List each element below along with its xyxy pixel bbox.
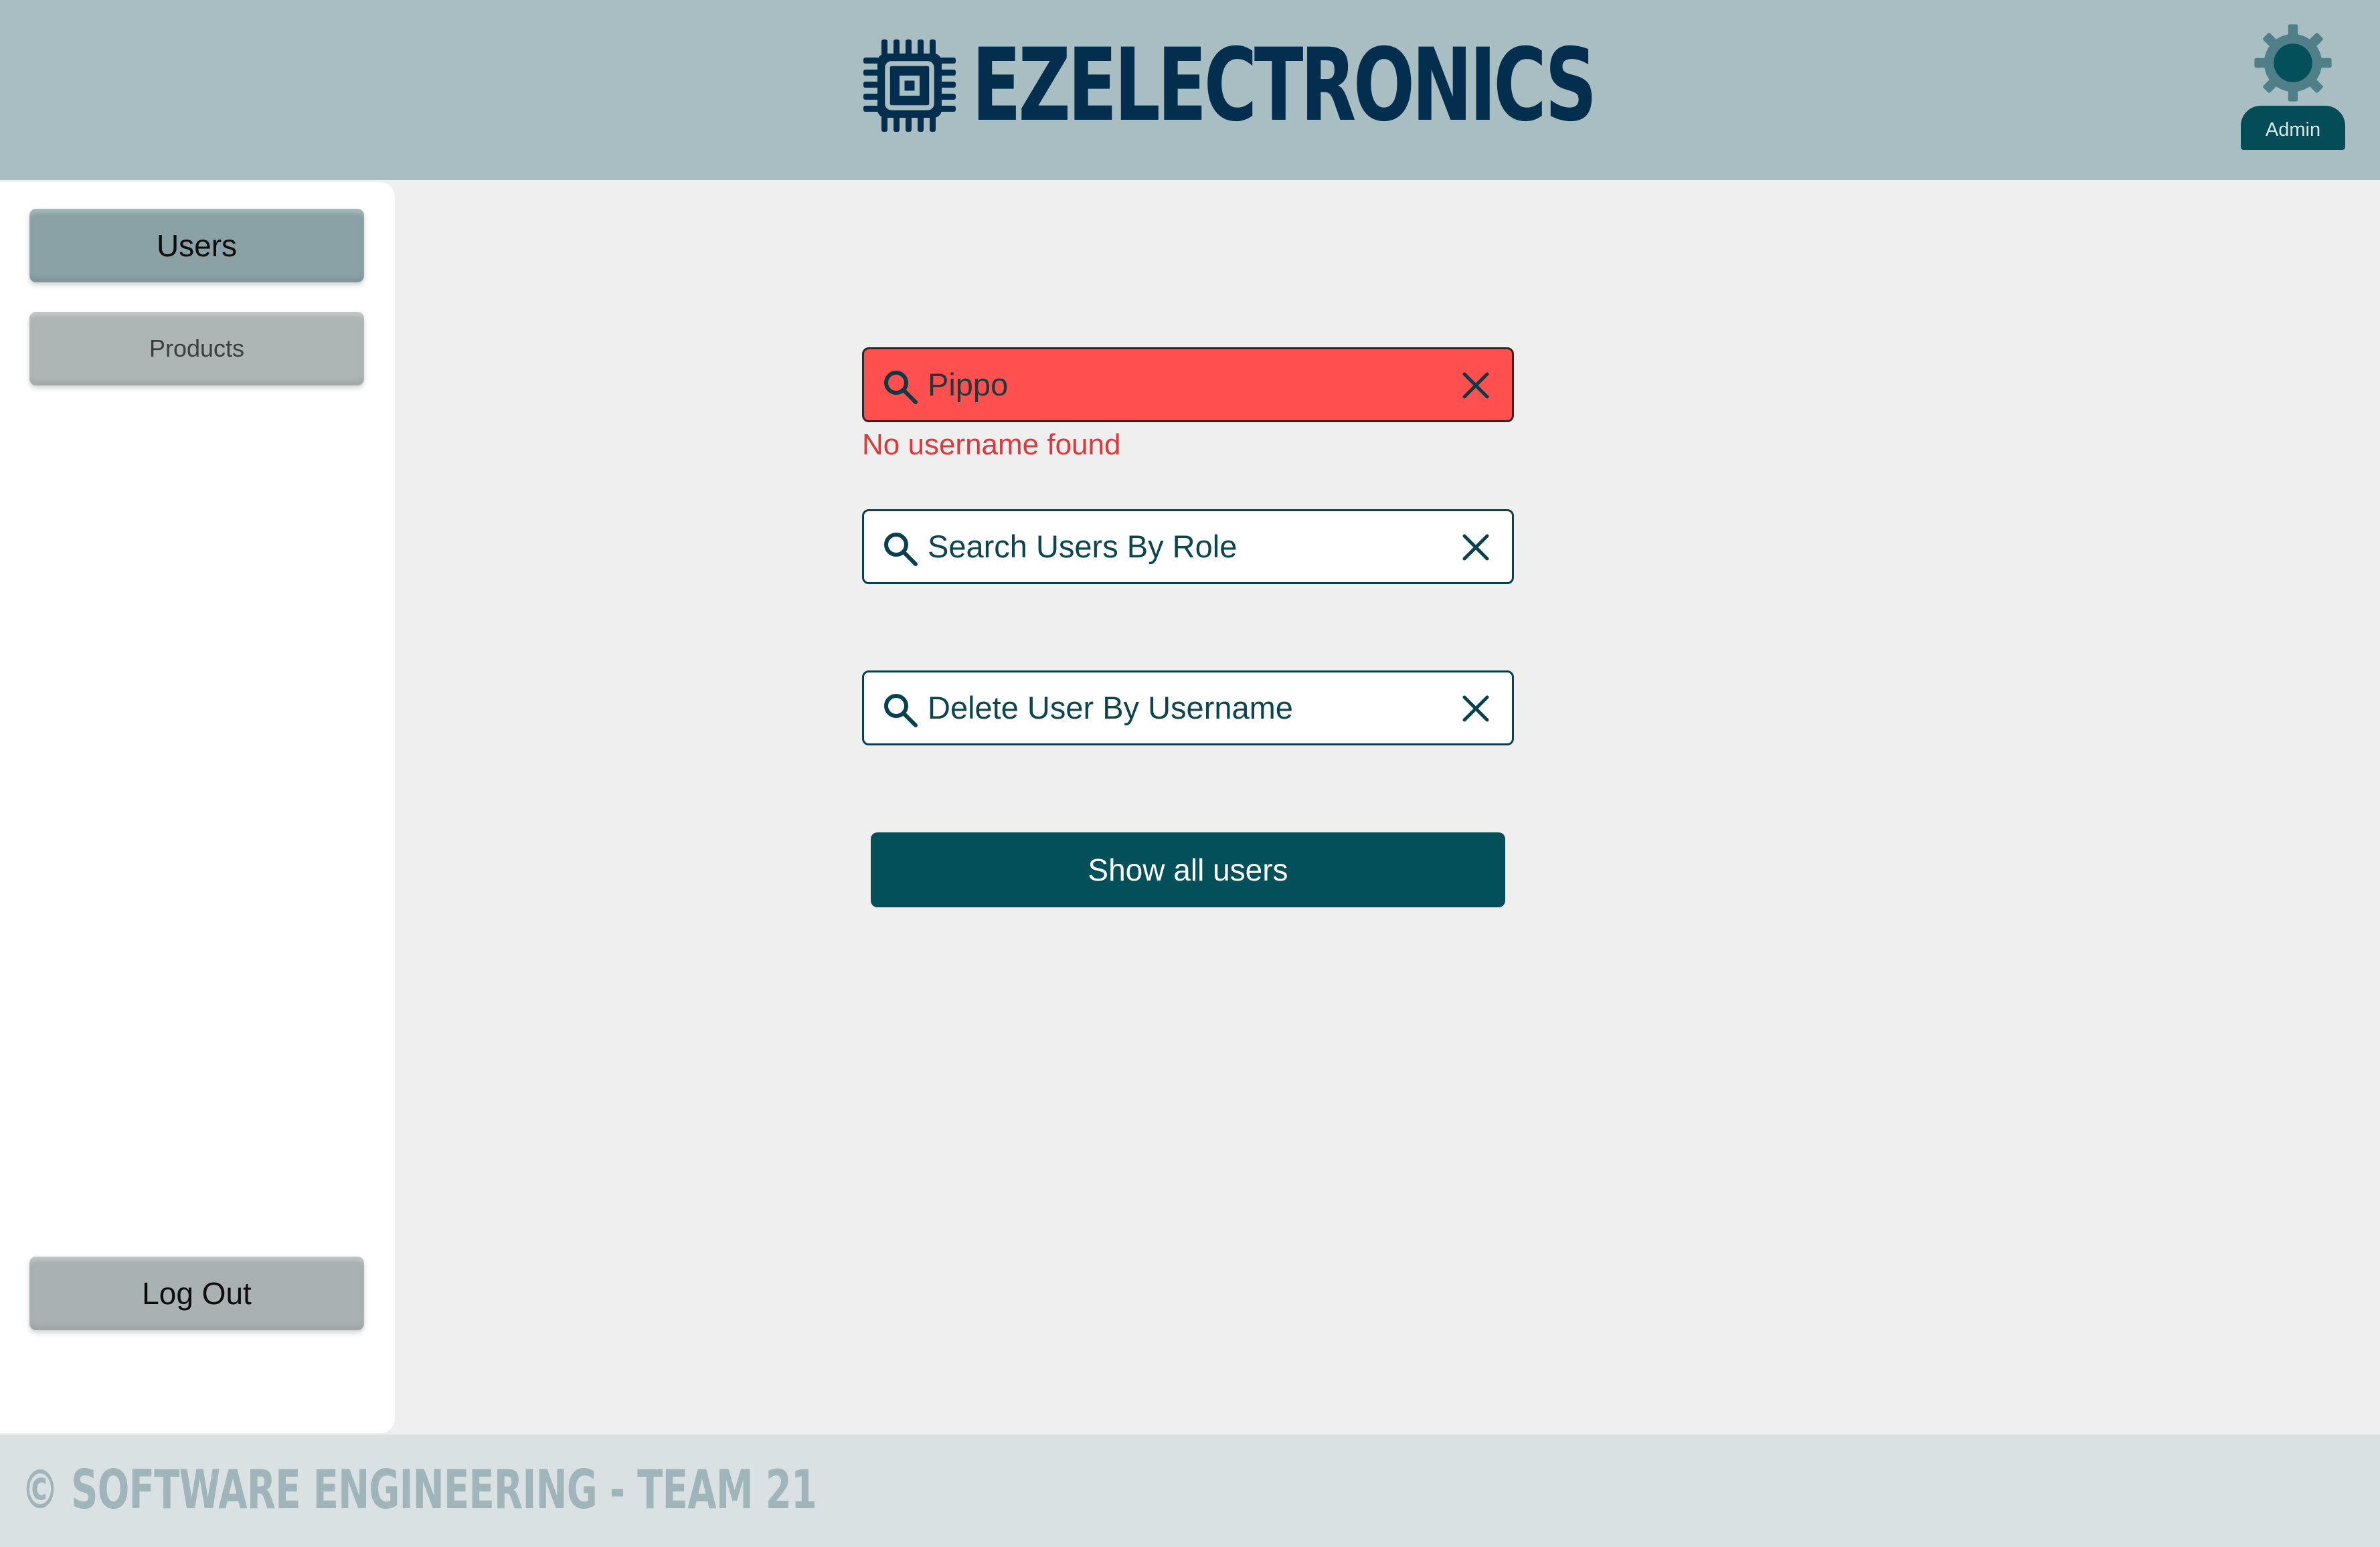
search-username-field bbox=[862, 347, 1514, 422]
gear-icon bbox=[2254, 24, 2332, 102]
close-icon[interactable] bbox=[1461, 694, 1491, 723]
user-role-badge: Admin bbox=[2241, 106, 2345, 150]
chip-icon bbox=[863, 39, 956, 132]
logout-button[interactable]: Log Out bbox=[29, 1257, 364, 1330]
show-all-users-button[interactable]: Show all users bbox=[871, 832, 1505, 907]
close-icon[interactable] bbox=[1461, 533, 1491, 562]
delete-user-field bbox=[862, 670, 1514, 745]
search-username-input[interactable] bbox=[928, 349, 1436, 420]
sidebar: Users Products Log Out bbox=[0, 182, 395, 1433]
delete-user-input[interactable] bbox=[928, 672, 1436, 743]
search-icon bbox=[884, 533, 918, 566]
search-icon bbox=[884, 694, 918, 727]
close-icon[interactable] bbox=[1461, 371, 1491, 400]
page: EZELECTRONICS Admin Users Products Log O… bbox=[0, 0, 2380, 1547]
sidebar-item-products[interactable]: Products bbox=[29, 312, 364, 385]
search-role-field bbox=[862, 509, 1514, 584]
search-role-input[interactable] bbox=[928, 511, 1436, 582]
search-icon bbox=[884, 371, 918, 404]
user-profile[interactable]: Admin bbox=[2241, 23, 2345, 150]
brand[interactable]: EZELECTRONICS bbox=[859, 32, 1836, 139]
username-error-message: No username found bbox=[862, 428, 1121, 461]
sidebar-item-users[interactable]: Users bbox=[29, 209, 364, 282]
header-bar: EZELECTRONICS Admin bbox=[0, 0, 2380, 180]
footer-copyright: © SOFTWARE ENGINEERING - TEAM 21 bbox=[21, 1459, 817, 1521]
footer: © SOFTWARE ENGINEERING - TEAM 21 bbox=[0, 1435, 2380, 1547]
brand-name: EZELECTRONICS bbox=[972, 27, 1597, 144]
